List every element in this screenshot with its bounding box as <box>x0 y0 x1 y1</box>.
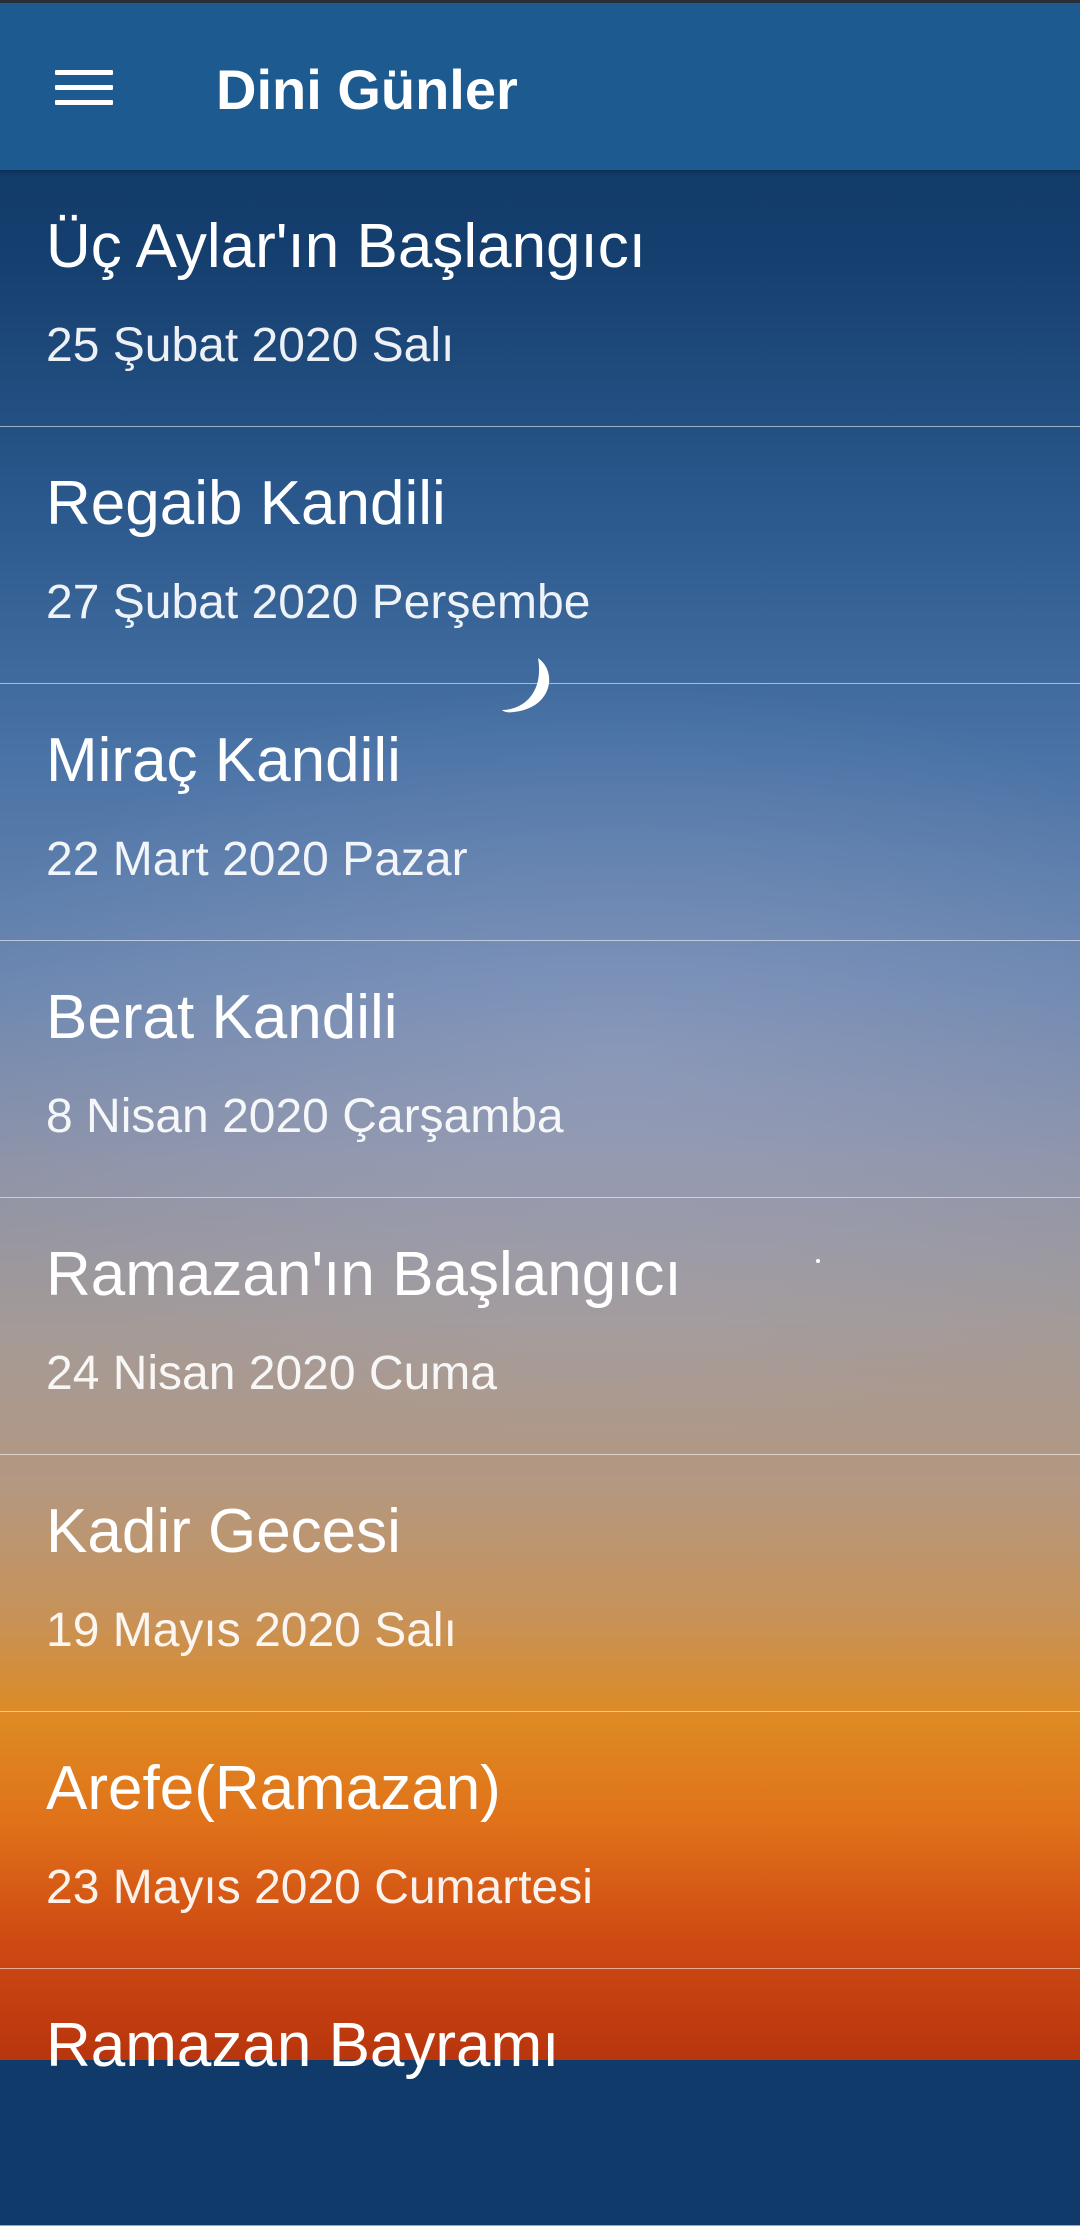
list-item[interactable]: Berat Kandili 8 Nisan 2020 Çarşamba <box>0 941 1080 1198</box>
day-name: Kadir Gecesi <box>46 1497 401 1566</box>
list-item[interactable]: Üç Aylar'ın Başlangıcı 25 Şubat 2020 Sal… <box>0 170 1080 427</box>
day-date: 27 Şubat 2020 Perşembe <box>46 576 591 629</box>
day-date: 22 Mart 2020 Pazar <box>46 833 468 886</box>
list-item[interactable]: Arefe(Ramazan) 23 Mayıs 2020 Cumartesi <box>0 1712 1080 1969</box>
menu-button[interactable] <box>30 33 140 143</box>
day-name: Miraç Kandili <box>46 726 401 795</box>
page-title: Dini Günler <box>216 58 518 121</box>
day-name: Arefe(Ramazan) <box>46 1754 501 1823</box>
day-date: 23 Mayıs 2020 Cumartesi <box>46 1861 593 1914</box>
day-date: 25 Şubat 2020 Salı <box>46 319 455 372</box>
day-name: Ramazan'ın Başlangıcı <box>46 1240 682 1309</box>
day-name: Ramazan Bayramı <box>46 2011 560 2080</box>
day-name: Üç Aylar'ın Başlangıcı <box>46 212 646 281</box>
day-name: Berat Kandili <box>46 983 398 1052</box>
religious-days-list: Üç Aylar'ın Başlangıcı 25 Şubat 2020 Sal… <box>0 170 1080 2226</box>
day-date: 8 Nisan 2020 Çarşamba <box>46 1090 564 1143</box>
list-item[interactable]: Miraç Kandili 22 Mart 2020 Pazar <box>0 684 1080 941</box>
day-date: 24 Nisan 2020 Cuma <box>46 1347 497 1400</box>
list-item[interactable]: Ramazan'ın Başlangıcı 24 Nisan 2020 Cuma <box>0 1198 1080 1455</box>
list-item[interactable]: Ramazan Bayramı <box>0 1969 1080 2226</box>
list-item[interactable]: Regaib Kandili 27 Şubat 2020 Perşembe <box>0 427 1080 684</box>
app-bar: Dini Günler <box>0 3 1080 170</box>
day-date: 19 Mayıs 2020 Salı <box>46 1604 457 1657</box>
day-name: Regaib Kandili <box>46 469 446 538</box>
list-item[interactable]: Kadir Gecesi 19 Mayıs 2020 Salı <box>0 1455 1080 1712</box>
